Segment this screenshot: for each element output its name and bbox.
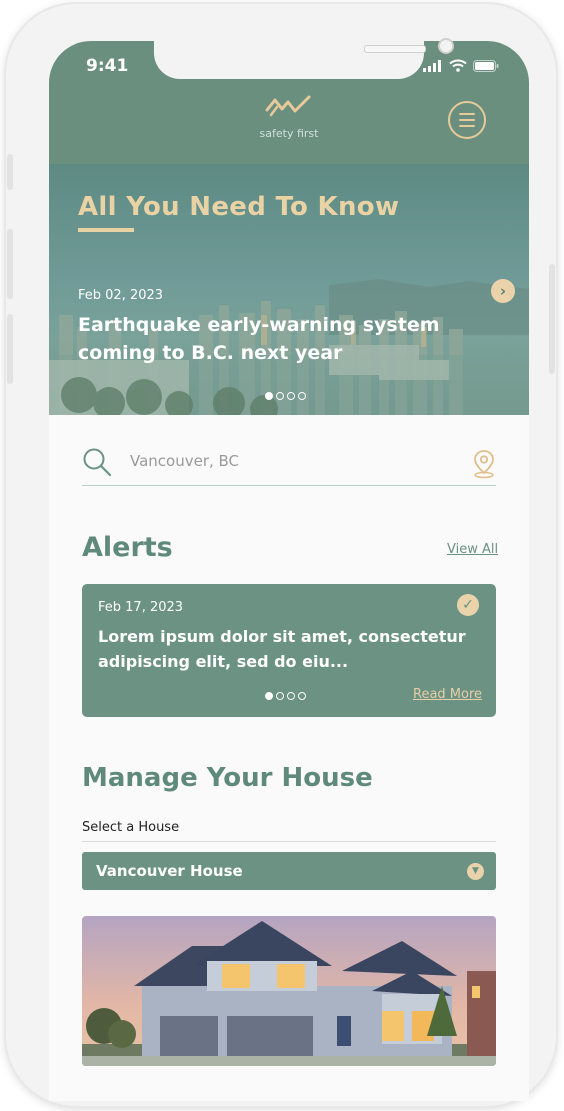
- check-icon[interactable]: ✓: [457, 594, 479, 616]
- alert-text: Lorem ipsum dolor sit amet, consectetur …: [98, 627, 466, 671]
- select-house-label: Select a House: [82, 820, 180, 835]
- status-time: 9:41: [86, 56, 129, 76]
- read-more-link[interactable]: Read More: [413, 687, 482, 702]
- pagination-dot[interactable]: [276, 692, 284, 700]
- app-logo: safety first: [254, 93, 324, 140]
- hero-banner[interactable]: All You Need To Know Feb 02, 2023 Earthq…: [49, 164, 529, 415]
- pagination-dot[interactable]: [298, 692, 306, 700]
- search-icon: [83, 448, 112, 477]
- logo-text: safety first: [259, 127, 319, 140]
- menu-icon-line: [459, 113, 475, 115]
- location-search[interactable]: [82, 443, 496, 486]
- app-screen: 9:41 safety first All You Need To Know F…: [49, 41, 529, 1101]
- volume-down-button: [7, 314, 13, 384]
- battery-icon: [473, 59, 499, 72]
- next-slide-button[interactable]: ›: [491, 279, 515, 303]
- status-icons: [423, 59, 499, 72]
- alert-pagination: [265, 692, 306, 700]
- divider: [82, 841, 496, 842]
- front-camera: [438, 38, 454, 54]
- selected-house: Vancouver House: [96, 862, 243, 880]
- menu-icon-line: [459, 119, 475, 121]
- alert-card[interactable]: Feb 17, 2023 Lorem ipsum dolor sit amet,…: [82, 584, 496, 717]
- menu-icon-line: [459, 125, 475, 127]
- location-pin-icon[interactable]: [472, 449, 496, 479]
- wifi-icon: [449, 59, 467, 72]
- pagination-dot[interactable]: [265, 392, 273, 400]
- hero-title-underline: [78, 228, 134, 232]
- alerts-title: Alerts: [82, 532, 173, 563]
- search-input[interactable]: [128, 451, 452, 471]
- menu-button[interactable]: [448, 101, 486, 139]
- volume-up-button: [7, 229, 13, 299]
- hero-date: Feb 02, 2023: [78, 288, 164, 303]
- pagination-dot[interactable]: [287, 392, 295, 400]
- logo-icon: [265, 95, 311, 117]
- alert-date: Feb 17, 2023: [98, 600, 184, 615]
- pagination-dot[interactable]: [276, 392, 284, 400]
- chevron-down-icon: ▼: [467, 863, 484, 880]
- phone-notch: [154, 38, 454, 79]
- pagination-dot[interactable]: [287, 692, 295, 700]
- speaker-grille: [364, 45, 426, 53]
- pagination-dot[interactable]: [265, 692, 273, 700]
- signal-icon: [423, 59, 441, 72]
- house-image: [82, 916, 496, 1066]
- house-select-dropdown[interactable]: Vancouver House ▼: [82, 852, 496, 890]
- manage-house-title: Manage Your House: [82, 763, 373, 793]
- hero-headline[interactable]: Earthquake early-warning system coming t…: [78, 311, 448, 367]
- hero-title: All You Need To Know: [78, 192, 400, 222]
- pagination-dot[interactable]: [298, 392, 306, 400]
- view-all-link[interactable]: View All: [447, 542, 498, 557]
- house-photo[interactable]: [82, 916, 496, 1066]
- phone-frame: 9:41 safety first All You Need To Know F…: [6, 4, 556, 1106]
- power-button: [549, 264, 555, 374]
- mute-switch: [7, 154, 13, 190]
- hero-pagination: [265, 392, 306, 400]
